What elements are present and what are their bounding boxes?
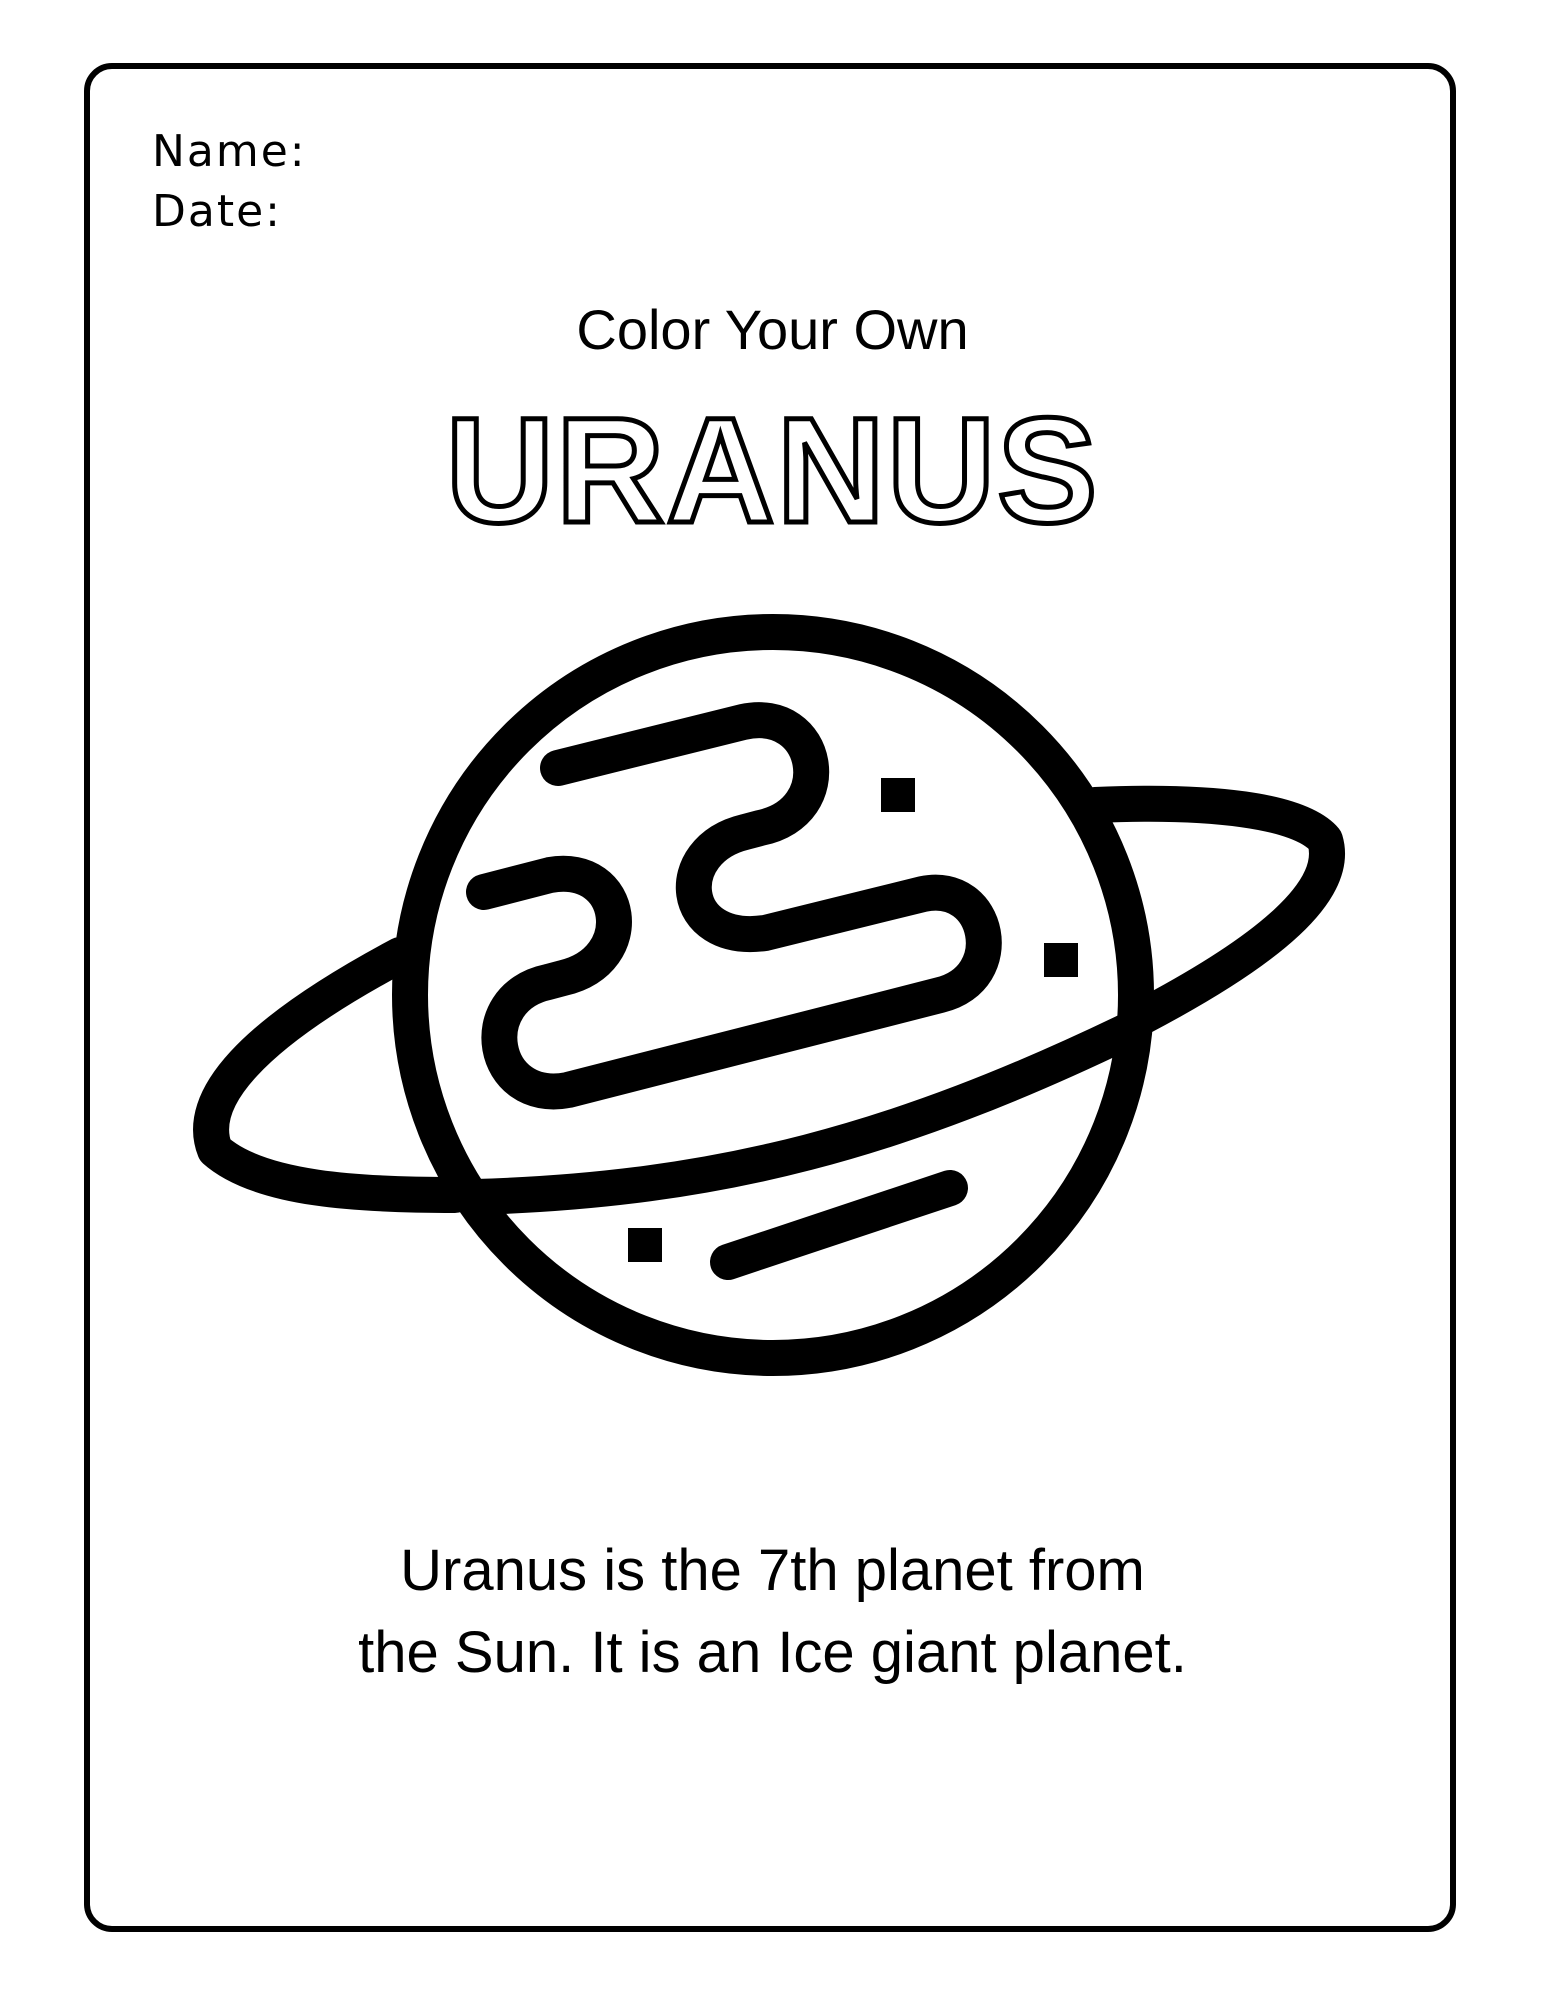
ring-front (457, 1014, 1143, 1215)
fact-line-2: the Sun. It is an Ice giant planet. (358, 1620, 1187, 1685)
planet-illustration (193, 614, 1345, 1376)
planet-band-lower (710, 1170, 968, 1280)
planet-band-upper (466, 702, 1002, 1110)
fact-line-1: Uranus is the 7th planet from (400, 1538, 1145, 1603)
planet-fact: Uranus is the 7th planet from the Sun. I… (0, 1530, 1545, 1694)
planet-spot-1 (881, 778, 915, 812)
planet-spot-3 (628, 1228, 662, 1262)
planet-spot-2 (1044, 943, 1078, 977)
